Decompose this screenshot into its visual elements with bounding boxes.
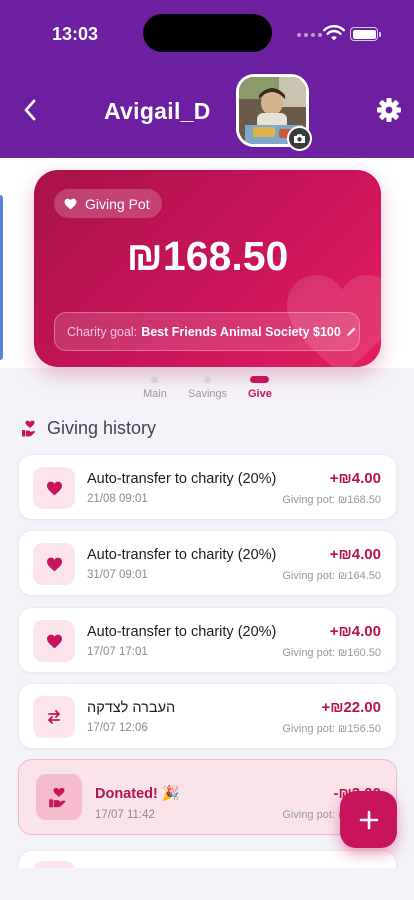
add-button[interactable] (340, 791, 397, 848)
page-dot (151, 376, 159, 383)
heart-icon (64, 198, 77, 209)
plus-icon (359, 810, 378, 829)
tx-title: Donated! 🎉 (95, 786, 180, 802)
tx-icon-tile (33, 696, 75, 738)
wifi-icon (323, 25, 345, 41)
tx-amount: +₪22.00 (321, 699, 381, 716)
tx-title: Auto-transfer to charity (20%) (87, 547, 277, 563)
tx-title: Auto-transfer to charity (20%) (87, 624, 277, 640)
bottom-safe-area (0, 868, 414, 900)
page-dot-active (250, 376, 270, 383)
change-photo-button[interactable] (287, 126, 312, 151)
tx-pot-balance: Giving pot: ₪164.50 (282, 570, 381, 582)
dynamic-island (143, 14, 272, 52)
hand-heart-icon (22, 420, 36, 437)
page-tab-savings[interactable]: Savings (188, 376, 227, 400)
giving-history-title: Giving history (47, 418, 157, 438)
page-dot (204, 376, 212, 383)
chevron-left-icon (24, 99, 36, 121)
gear-icon[interactable] (375, 96, 403, 124)
tx-icon-tile (33, 543, 75, 585)
previous-card-edge[interactable] (0, 195, 3, 360)
page-tab-label: Main (143, 388, 167, 400)
tx-date: 17/07 11:42 (95, 809, 155, 821)
tx-amount: +₪4.00 (329, 546, 381, 563)
heart-icon (46, 481, 62, 495)
charity-goal-value: Best Friends Animal Society $100 (141, 324, 341, 339)
tx-amount: +₪4.00 (329, 470, 381, 487)
tx-icon-tile (36, 774, 82, 820)
battery-icon (350, 27, 378, 41)
heart-icon (46, 557, 62, 571)
camera-icon (294, 134, 305, 143)
tx-date: 17/07 17:01 (87, 646, 148, 658)
page-tab-give[interactable]: Give (248, 376, 272, 400)
giving-pot-badge: Giving Pot (54, 189, 162, 218)
status-time: 13:03 (52, 24, 99, 44)
page-tab-label: Give (248, 388, 272, 400)
tx-pot-balance: Giving pot: ₪160.50 (282, 647, 381, 659)
history-item[interactable]: Auto-transfer to charity (20%) 17/07 17:… (18, 607, 397, 673)
giving-pot-balance: ₪168.50 (126, 233, 289, 279)
tx-pot-balance: Giving pot: ₪168.50 (282, 494, 381, 506)
page-indicator: Main Savings Give (0, 376, 414, 406)
hand-heart-icon (49, 787, 66, 807)
giving-pot-card[interactable]: Giving Pot ₪168.50 Charity goal: Best Fr… (34, 170, 381, 367)
page-tab-label: Savings (188, 388, 228, 400)
tx-title: העברה לצדקה (87, 700, 176, 716)
pencil-icon[interactable] (346, 326, 357, 337)
charity-goal-label: Charity goal: (67, 324, 138, 339)
signal-icon (297, 33, 322, 37)
history-item[interactable]: העברה לצדקה 17/07 12:06 +₪22.00 Giving p… (18, 683, 397, 749)
tx-date: 21/08 09:01 (87, 493, 148, 505)
history-item[interactable]: Auto-transfer to charity (20%) 21/08 09:… (18, 454, 397, 520)
tx-pot-balance: Giving pot: ₪156.50 (282, 723, 381, 735)
app-header: 13:03 Avigail_D (0, 0, 414, 158)
tx-date: 17/07 12:06 (87, 722, 148, 734)
giving-pot-label: Giving Pot (85, 195, 150, 212)
tx-amount: +₪4.00 (329, 623, 381, 640)
tx-icon-tile (33, 467, 75, 509)
profile-username: Avigail_D (104, 98, 211, 124)
tx-date: 31/07 09:01 (87, 569, 148, 581)
history-item[interactable]: Auto-transfer to charity (20%) 31/07 09:… (18, 530, 397, 596)
giving-history-header: Giving history (21, 418, 156, 439)
tx-title: Auto-transfer to charity (20%) (87, 471, 277, 487)
battery-cap (379, 32, 381, 37)
charity-goal-field[interactable]: Charity goal: Best Friends Animal Societ… (54, 312, 360, 351)
tx-icon-tile (33, 620, 75, 662)
heart-icon (46, 634, 62, 648)
back-button[interactable] (16, 96, 44, 124)
page-tab-main[interactable]: Main (143, 376, 167, 400)
swap-arrows-icon (48, 710, 60, 724)
